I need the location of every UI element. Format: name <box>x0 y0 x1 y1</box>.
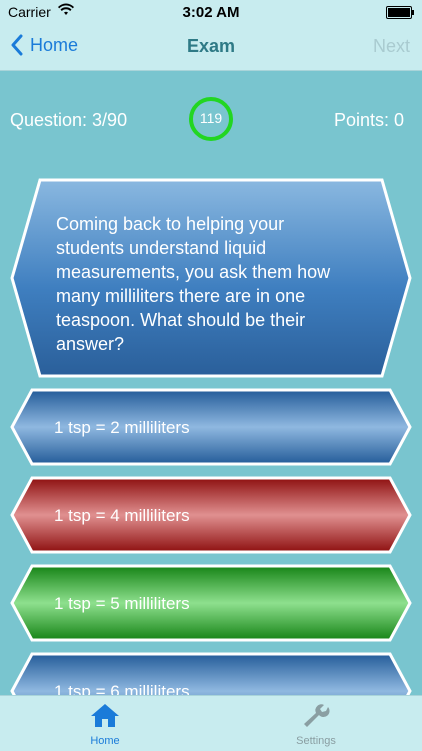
score-row: Question: 3/90 119 Points: 0 <box>0 96 422 142</box>
question-box: Coming back to helping your students und… <box>10 178 412 378</box>
answer-option-2[interactable]: 1 tsp = 4 milliliters <box>10 476 412 554</box>
next-button[interactable]: Next <box>373 36 410 57</box>
tab-settings[interactable]: Settings <box>276 702 356 747</box>
clock-time: 3:02 AM <box>182 4 240 21</box>
page-title: Exam <box>186 36 236 56</box>
answer-option-3-label: 1 tsp = 5 milliliters <box>54 594 190 613</box>
status-bar: Carrier 3:02 AM <box>0 0 422 24</box>
tab-settings-label: Settings <box>296 735 336 747</box>
question-text: Coming back to helping your students und… <box>56 214 331 354</box>
navigation-bar: Home Exam Next <box>0 24 422 71</box>
battery-icon <box>386 6 414 19</box>
tab-home[interactable]: Home <box>65 702 145 747</box>
points-counter: Points: 0 <box>333 110 404 130</box>
tab-bar: Home Settings <box>0 695 422 751</box>
wrench-icon <box>304 704 330 727</box>
answer-option-3[interactable]: 1 tsp = 5 milliliters <box>10 564 412 642</box>
answer-option-2-label: 1 tsp = 4 milliliters <box>54 506 190 525</box>
answer-option-1[interactable]: 1 tsp = 2 milliliters <box>10 388 412 466</box>
tab-home-label: Home <box>90 735 120 747</box>
answer-option-1-label: 1 tsp = 2 milliliters <box>54 418 190 437</box>
question-counter: Question: 3/90 <box>10 110 128 130</box>
timer-value: 119 <box>199 110 223 126</box>
home-icon <box>91 704 119 727</box>
